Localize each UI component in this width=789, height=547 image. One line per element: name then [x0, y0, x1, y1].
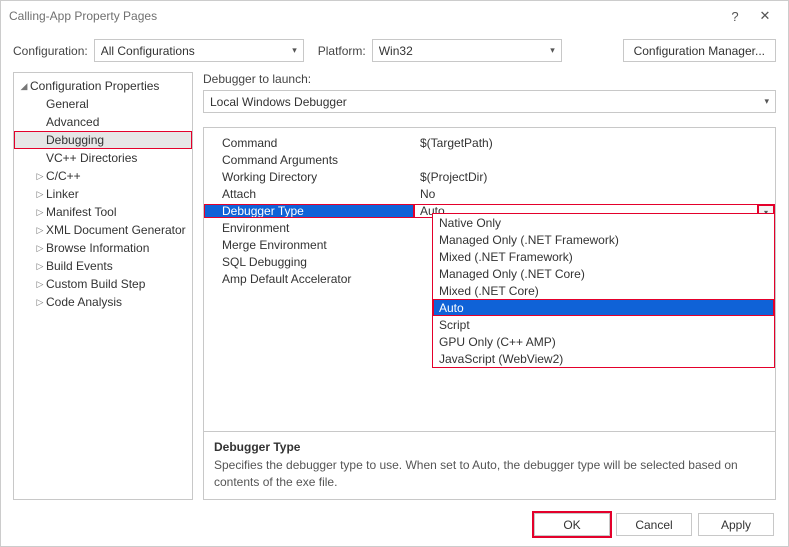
dropdown-option[interactable]: Mixed (.NET Framework): [433, 248, 774, 265]
tree-item-label: Build Events: [46, 259, 113, 273]
grid-cell-name: Working Directory: [204, 170, 414, 184]
config-row: Configuration: All Configurations ▾ Plat…: [1, 31, 788, 72]
grid-row-command-arguments[interactable]: Command Arguments: [204, 151, 775, 168]
expand-icon[interactable]: ▷: [34, 189, 46, 200]
config-value: All Configurations: [101, 44, 288, 58]
apply-button: Apply: [698, 513, 774, 536]
tree-item-label: Browse Information: [46, 241, 149, 255]
expand-icon[interactable]: ▷: [34, 207, 46, 218]
grid-row-command[interactable]: Command$(TargetPath): [204, 134, 775, 151]
expand-icon[interactable]: ▷: [34, 171, 46, 182]
description-heading: Debugger Type: [214, 440, 765, 454]
tree-item-label: Manifest Tool: [46, 205, 116, 219]
config-label: Configuration:: [13, 44, 88, 58]
grid-cell-name: Attach: [204, 187, 414, 201]
property-grid-container: Command$(TargetPath)Command ArgumentsWor…: [203, 127, 776, 500]
dropdown-option[interactable]: GPU Only (C++ AMP): [433, 333, 774, 350]
description-text: Specifies the debugger type to use. When…: [214, 457, 765, 491]
chevron-down-icon: ▾: [764, 96, 769, 107]
tree-item-label: VC++ Directories: [46, 151, 137, 165]
config-combo[interactable]: All Configurations ▾: [94, 39, 304, 62]
grid-row-attach[interactable]: AttachNo: [204, 185, 775, 202]
grid-cell-name: Command Arguments: [204, 153, 414, 167]
platform-value: Win32: [379, 44, 546, 58]
help-icon[interactable]: ?: [720, 9, 750, 24]
grid-cell-name: Merge Environment: [204, 238, 414, 252]
grid-cell-name: Debugger Type: [204, 204, 414, 218]
tree-item-label: General: [46, 97, 89, 111]
tree-item-xml-document-generator[interactable]: ▷XML Document Generator: [14, 221, 192, 239]
titlebar: Calling-App Property Pages ? ✕: [1, 1, 788, 31]
tree-item-code-analysis[interactable]: ▷Code Analysis: [14, 293, 192, 311]
grid-cell-name: SQL Debugging: [204, 255, 414, 269]
config-manager-button[interactable]: Configuration Manager...: [623, 39, 776, 62]
tree-item-vc-directories[interactable]: VC++ Directories: [14, 149, 192, 167]
config-tree[interactable]: ◢ Configuration Properties General Advanc…: [13, 72, 193, 500]
tree-item-build-events[interactable]: ▷Build Events: [14, 257, 192, 275]
close-icon[interactable]: ✕: [750, 8, 780, 24]
tree-item-label: Code Analysis: [46, 295, 122, 309]
dialog-footer: OK Cancel Apply: [534, 513, 774, 536]
debugger-launch-label: Debugger to launch:: [203, 72, 776, 86]
dropdown-option[interactable]: Native Only: [433, 214, 774, 231]
dropdown-option[interactable]: Auto: [433, 299, 774, 316]
ok-button[interactable]: OK: [534, 513, 610, 536]
tree-item-c-c-[interactable]: ▷C/C++: [14, 167, 192, 185]
tree-root[interactable]: ◢ Configuration Properties: [14, 77, 192, 95]
debugger-launch-value: Local Windows Debugger: [210, 95, 760, 109]
tree-item-debugging[interactable]: Debugging: [14, 131, 192, 149]
grid-cell-name: Command: [204, 136, 414, 150]
expand-icon[interactable]: ▷: [34, 243, 46, 254]
grid-cell-name: Amp Default Accelerator: [204, 272, 414, 286]
platform-combo[interactable]: Win32 ▾: [372, 39, 562, 62]
window-title: Calling-App Property Pages: [9, 9, 720, 23]
tree-item-advanced[interactable]: Advanced: [14, 113, 192, 131]
expand-icon[interactable]: ▷: [34, 297, 46, 308]
tree-item-label: C/C++: [46, 169, 81, 183]
tree-item-label: Advanced: [46, 115, 99, 129]
tree-item-browse-information[interactable]: ▷Browse Information: [14, 239, 192, 257]
tree-item-label: XML Document Generator: [46, 223, 186, 237]
description-panel: Debugger Type Specifies the debugger typ…: [204, 431, 775, 499]
tree-item-label: Linker: [46, 187, 79, 201]
tree-item-linker[interactable]: ▷Linker: [14, 185, 192, 203]
collapse-icon[interactable]: ◢: [18, 81, 30, 92]
dropdown-option[interactable]: Managed Only (.NET Core): [433, 265, 774, 282]
grid-cell-value: No: [414, 187, 775, 201]
expand-icon[interactable]: ▷: [34, 225, 46, 236]
chevron-down-icon: ▾: [292, 45, 297, 56]
grid-cell-value: $(ProjectDir): [414, 170, 775, 184]
chevron-down-icon: ▾: [550, 45, 555, 56]
tree-item-manifest-tool[interactable]: ▷Manifest Tool: [14, 203, 192, 221]
property-grid[interactable]: Command$(TargetPath)Command ArgumentsWor…: [204, 128, 775, 431]
expand-icon[interactable]: ▷: [34, 261, 46, 272]
dropdown-option[interactable]: Script: [433, 316, 774, 333]
dropdown-option[interactable]: Mixed (.NET Core): [433, 282, 774, 299]
tree-item-general[interactable]: General: [14, 95, 192, 113]
grid-cell-value: $(TargetPath): [414, 136, 775, 150]
cancel-button[interactable]: Cancel: [616, 513, 692, 536]
tree-item-label: Debugging: [46, 133, 104, 147]
tree-item-custom-build-step[interactable]: ▷Custom Build Step: [14, 275, 192, 293]
platform-label: Platform:: [318, 44, 366, 58]
grid-cell-name: Environment: [204, 221, 414, 235]
tree-item-label: Custom Build Step: [46, 277, 145, 291]
grid-row-working-directory[interactable]: Working Directory$(ProjectDir): [204, 168, 775, 185]
debugger-type-dropdown[interactable]: Native OnlyManaged Only (.NET Framework)…: [432, 213, 775, 368]
debugger-launch-combo[interactable]: Local Windows Debugger ▾: [203, 90, 776, 113]
dropdown-option[interactable]: Managed Only (.NET Framework): [433, 231, 774, 248]
dropdown-option[interactable]: JavaScript (WebView2): [433, 350, 774, 367]
expand-icon[interactable]: ▷: [34, 279, 46, 290]
